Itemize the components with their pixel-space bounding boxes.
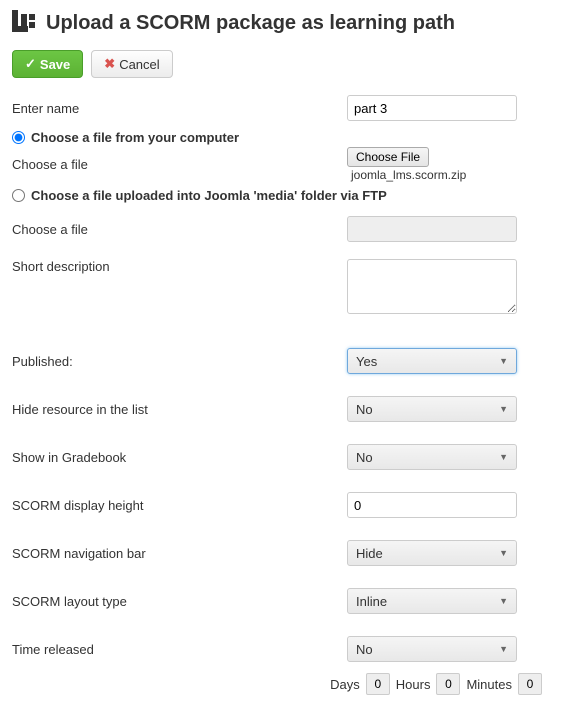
nav-bar-select[interactable]: Hide ▼ [347, 540, 517, 566]
chevron-down-icon: ▼ [499, 548, 508, 558]
gradebook-label: Show in Gradebook [12, 450, 347, 465]
hide-resource-select[interactable]: No ▼ [347, 396, 517, 422]
choose-file-button[interactable]: Choose File [347, 147, 429, 167]
chevron-down-icon: ▼ [499, 596, 508, 606]
hours-input[interactable] [436, 673, 460, 695]
nav-bar-label: SCORM navigation bar [12, 546, 347, 561]
short-desc-textarea[interactable] [347, 259, 517, 314]
row-published: Published: Yes ▼ [12, 347, 550, 375]
time-released-label: Time released [12, 642, 347, 657]
hide-resource-label: Hide resource in the list [12, 402, 347, 417]
chevron-down-icon: ▼ [499, 356, 508, 366]
radio-ftp-label: Choose a file uploaded into Joomla 'medi… [31, 188, 387, 203]
save-button[interactable]: ✓ Save [12, 50, 83, 78]
published-select[interactable]: Yes ▼ [347, 348, 517, 374]
check-icon: ✓ [25, 56, 36, 72]
time-released-value: No [356, 642, 373, 657]
page-title: Upload a SCORM package as learning path [46, 12, 455, 35]
radio-computer-row: Choose a file from your computer [12, 130, 550, 145]
time-offset-row: Days Hours Minutes [12, 673, 550, 695]
days-input[interactable] [366, 673, 390, 695]
published-label: Published: [12, 354, 347, 369]
row-gradebook: Show in Gradebook No ▼ [12, 443, 550, 471]
cancel-button[interactable]: ✖ Cancel [91, 50, 172, 78]
chevron-down-icon: ▼ [499, 644, 508, 654]
enter-name-label: Enter name [12, 101, 347, 116]
row-choose-file-ftp: Choose a file [12, 215, 550, 243]
nav-bar-value: Hide [356, 546, 383, 561]
radio-computer-label: Choose a file from your computer [31, 130, 239, 145]
cancel-icon: ✖ [104, 56, 115, 72]
hide-resource-value: No [356, 402, 373, 417]
gradebook-value: No [356, 450, 373, 465]
row-hide-resource: Hide resource in the list No ▼ [12, 395, 550, 423]
short-desc-label: Short description [12, 259, 347, 274]
layout-label: SCORM layout type [12, 594, 347, 609]
minutes-label: Minutes [466, 677, 512, 692]
radio-ftp-row: Choose a file uploaded into Joomla 'medi… [12, 188, 550, 203]
page-header: Upload a SCORM package as learning path [12, 10, 550, 36]
row-display-height: SCORM display height [12, 491, 550, 519]
chevron-down-icon: ▼ [499, 452, 508, 462]
choose-file-label: Choose a file [12, 157, 347, 172]
toolbar: ✓ Save ✖ Cancel [12, 50, 550, 78]
published-value: Yes [356, 354, 377, 369]
choose-file2-input[interactable] [347, 216, 517, 242]
hours-label: Hours [396, 677, 431, 692]
row-short-desc: Short description [12, 259, 550, 317]
row-nav-bar: SCORM navigation bar Hide ▼ [12, 539, 550, 567]
row-time-released: Time released No ▼ [12, 635, 550, 663]
time-released-select[interactable]: No ▼ [347, 636, 517, 662]
enter-name-input[interactable] [347, 95, 517, 121]
lpath-logo-icon [12, 10, 38, 36]
save-button-label: Save [40, 57, 70, 72]
row-layout: SCORM layout type Inline ▼ [12, 587, 550, 615]
layout-value: Inline [356, 594, 387, 609]
row-enter-name: Enter name [12, 94, 550, 122]
row-choose-file: Choose a file Choose File joomla_lms.sco… [12, 147, 550, 182]
chosen-file-name: joomla_lms.scorm.zip [351, 168, 466, 182]
days-label: Days [330, 677, 360, 692]
gradebook-select[interactable]: No ▼ [347, 444, 517, 470]
radio-ftp[interactable] [12, 189, 25, 202]
cancel-button-label: Cancel [119, 57, 159, 72]
display-height-label: SCORM display height [12, 498, 347, 513]
layout-select[interactable]: Inline ▼ [347, 588, 517, 614]
minutes-input[interactable] [518, 673, 542, 695]
choose-file2-label: Choose a file [12, 222, 347, 237]
radio-computer[interactable] [12, 131, 25, 144]
chevron-down-icon: ▼ [499, 404, 508, 414]
display-height-input[interactable] [347, 492, 517, 518]
